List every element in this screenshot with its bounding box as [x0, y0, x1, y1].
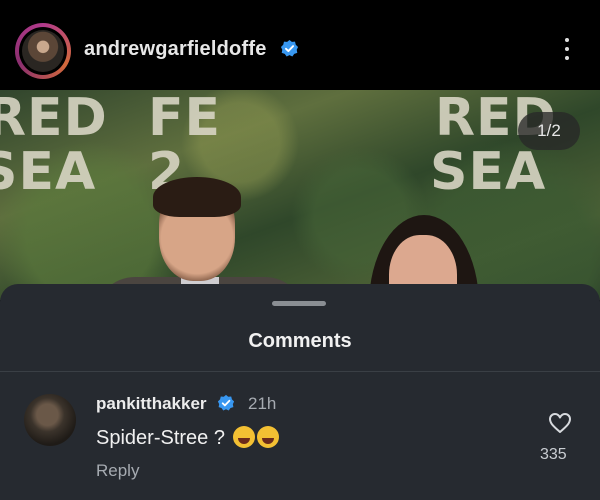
image-counter-badge: 1/2	[518, 112, 580, 150]
comment-text: Spider-Stree ?	[96, 427, 225, 449]
laughing-emoji-icon	[232, 426, 255, 448]
backdrop-sign-red-left: RED	[0, 90, 108, 148]
sheet-drag-handle[interactable]	[272, 301, 326, 306]
post-header: andrewgarfieldoffe	[0, 0, 600, 90]
comment-header: pankitthakker 21h	[96, 394, 276, 414]
profile-avatar[interactable]	[15, 23, 71, 79]
post-username[interactable]: andrewgarfieldoffe	[84, 38, 267, 60]
reply-button[interactable]: Reply	[96, 461, 139, 481]
like-heart-icon[interactable]	[548, 412, 572, 434]
more-options-icon[interactable]	[560, 38, 574, 68]
post-username-row[interactable]: andrewgarfieldoffe	[84, 38, 299, 61]
comments-sheet: Comments pankitthakker 21h Spider-Stree …	[0, 284, 600, 500]
post-photo[interactable]: RED SEA FE 2 RED SEA	[0, 90, 600, 300]
backdrop-sign-sea-left: SEA	[0, 142, 97, 202]
like-count: 335	[540, 446, 567, 463]
backdrop-sign-fe: FE	[148, 90, 222, 148]
divider	[0, 371, 600, 372]
avatar-image	[22, 30, 64, 72]
commenter-username[interactable]: pankitthakker	[96, 394, 207, 413]
commenter-avatar[interactable]	[24, 394, 76, 446]
verified-badge-icon	[218, 394, 235, 411]
verified-badge-icon	[281, 39, 299, 57]
backdrop-sign-sea-right: SEA	[430, 142, 547, 202]
laughing-emoji-icon	[256, 426, 279, 448]
comment-text-row: Spider-Stree ?	[96, 426, 279, 450]
comment-time: 21h	[248, 394, 277, 413]
comments-title: Comments	[248, 330, 352, 352]
